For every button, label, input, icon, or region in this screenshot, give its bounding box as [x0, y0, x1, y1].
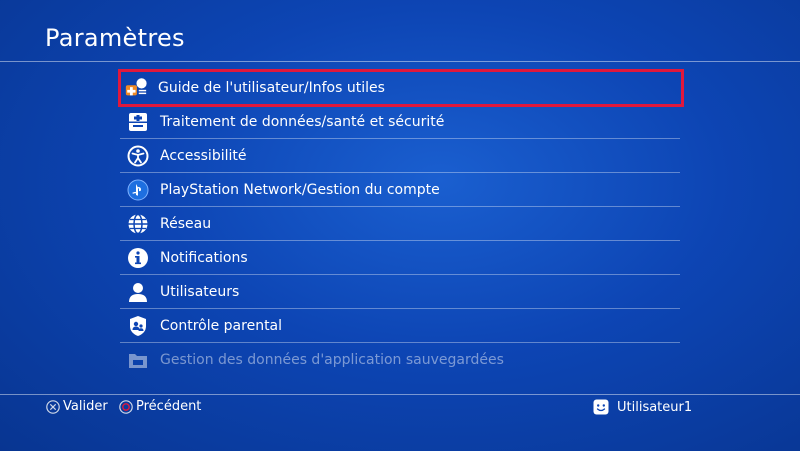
menu-item-parental-control[interactable]: Contrôle parental [120, 309, 680, 343]
menu-item-label: Notifications [160, 249, 248, 266]
user-guide-icon [124, 76, 148, 100]
page-title: Paramètres [45, 24, 185, 52]
menu-item-notifications[interactable]: Notifications [120, 241, 680, 275]
network-globe-icon [126, 212, 150, 236]
menu-item-user-guide[interactable]: Guide de l'utilisateur/Infos utiles [118, 69, 684, 107]
menu-item-psn-account[interactable]: PlayStation Network/Gestion du compte [120, 173, 680, 207]
menu-item-label: Réseau [160, 215, 212, 232]
cross-button-icon [46, 399, 60, 414]
menu-item-label: Gestion des données d'application sauveg… [160, 352, 504, 368]
menu-item-label: Accessibilité [160, 147, 247, 164]
menu-item-network[interactable]: Réseau [120, 207, 680, 241]
current-user[interactable]: Utilisateur1 [593, 399, 692, 415]
user-icon [126, 280, 150, 304]
menu-item-saved-data[interactable]: Gestion des données d'application sauveg… [120, 343, 680, 377]
menu-item-health-safety[interactable]: Traitement de données/santé et sécurité [120, 105, 680, 139]
parental-control-icon [126, 314, 150, 338]
saved-data-icon [126, 348, 150, 372]
accessibility-icon [126, 144, 150, 168]
menu-item-users[interactable]: Utilisateurs [120, 275, 680, 309]
menu-item-label: PlayStation Network/Gestion du compte [160, 181, 440, 198]
info-icon [126, 246, 150, 270]
user-name: Utilisateur1 [617, 399, 693, 415]
circle-button-icon [119, 399, 133, 414]
playstation-network-icon [126, 178, 150, 202]
back-hint[interactable]: Précédent [119, 399, 201, 414]
footer-divider [0, 394, 800, 395]
menu-item-label: Traitement de données/santé et sécurité [160, 113, 445, 130]
settings-menu: Guide de l'utilisateur/Infos utiles Trai… [118, 69, 684, 377]
confirm-hint[interactable]: Valider [46, 399, 108, 414]
back-label: Précédent [136, 399, 202, 414]
menu-item-label: Utilisateurs [160, 283, 240, 300]
user-avatar-icon [593, 399, 609, 415]
menu-item-label: Contrôle parental [160, 317, 283, 334]
menu-item-accessibility[interactable]: Accessibilité [120, 139, 680, 173]
health-safety-icon [126, 110, 150, 134]
confirm-label: Valider [63, 399, 108, 414]
menu-item-label: Guide de l'utilisateur/Infos utiles [158, 80, 385, 96]
title-divider [0, 61, 800, 62]
